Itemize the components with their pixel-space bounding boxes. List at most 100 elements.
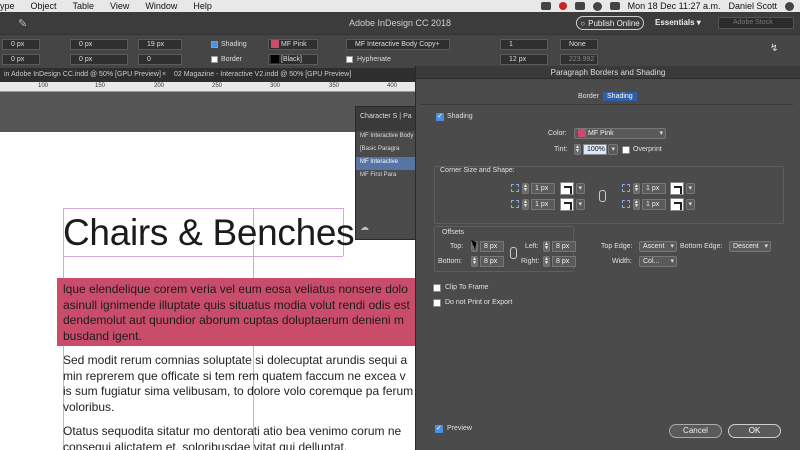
right-stepper[interactable]: ▲ ▼ xyxy=(543,256,550,267)
border-checkbox[interactable] xyxy=(211,56,218,63)
shading-checkbox[interactable] xyxy=(436,112,444,121)
corner-group xyxy=(434,166,784,224)
paragraph-style-select[interactable]: MF Interactive Body Copy+ xyxy=(346,39,450,50)
ruler-tick: 350 xyxy=(329,83,340,89)
dropbox-icon[interactable] xyxy=(540,2,551,10)
corner-shape-dropdown[interactable] xyxy=(576,183,585,194)
tab-doc1[interactable]: in Adobe InDesign CC.indd @ 50% [GPU Pre… xyxy=(4,71,161,78)
workspace-switcher[interactable]: Essentials ▾ xyxy=(655,18,701,27)
tab-shading[interactable]: Shading xyxy=(603,92,637,101)
do-not-print-checkbox[interactable] xyxy=(433,299,441,307)
battery-icon[interactable] xyxy=(609,2,620,10)
right-offset-input[interactable]: 8 px xyxy=(552,256,576,267)
tint-stepper[interactable]: ▲ ▼ xyxy=(574,144,581,155)
right-indent-field[interactable]: 0 px xyxy=(70,54,128,65)
document-page[interactable]: Chairs & Benches lque elendelique corem … xyxy=(0,132,415,450)
corner-shape-select[interactable] xyxy=(670,198,684,211)
menu-type[interactable]: ype xyxy=(0,1,23,11)
horizontal-ruler[interactable]: 100 150 200 250 300 350 400 xyxy=(0,82,415,92)
corner-shape-select[interactable] xyxy=(560,198,574,211)
corner-shape-select[interactable] xyxy=(560,182,574,195)
menu-view[interactable]: View xyxy=(102,1,137,11)
left-stepper[interactable]: ▲ ▼ xyxy=(543,241,550,252)
cancel-button[interactable]: Cancel xyxy=(669,424,722,438)
color-select[interactable]: MF Pink xyxy=(574,128,666,139)
style-list-item[interactable]: MF First Para xyxy=(356,170,416,183)
gutter-field[interactable]: 12 px xyxy=(500,54,548,65)
leading-field[interactable]: 19 px xyxy=(138,39,182,50)
bottom-stepper[interactable]: ▲ ▼ xyxy=(471,256,478,267)
top-edge-select[interactable]: Ascent xyxy=(639,241,677,252)
top-offset-input[interactable]: 8 px xyxy=(480,241,504,252)
tint-dropdown[interactable] xyxy=(608,144,618,155)
workspace-label: Essentials xyxy=(655,18,695,27)
clip-to-frame-checkbox[interactable] xyxy=(433,284,441,292)
lightning-icon[interactable]: ↯ xyxy=(770,43,778,54)
corner-size-input[interactable]: 1 px xyxy=(531,199,555,210)
shading-checkbox[interactable] xyxy=(211,41,218,48)
overprint-checkbox[interactable] xyxy=(622,146,630,154)
bottom-offset-input[interactable]: 8 px xyxy=(480,256,504,267)
wifi-icon[interactable] xyxy=(592,1,602,11)
corner-shape-select[interactable] xyxy=(670,182,684,195)
cloud-icon[interactable] xyxy=(574,2,585,10)
corner-size-input[interactable]: 1 px xyxy=(531,183,555,194)
corner-stepper[interactable]: ▲ ▼ xyxy=(522,183,529,194)
none-select[interactable]: None xyxy=(560,39,598,50)
left-indent-field[interactable]: 0 px xyxy=(70,39,128,50)
character-styles-header[interactable]: Character S | Pa xyxy=(356,107,416,131)
corner-stepper[interactable]: ▲ ▼ xyxy=(633,183,640,194)
headline-text[interactable]: Chairs & Benches xyxy=(63,212,355,254)
style-list-item[interactable]: MF Interactive xyxy=(356,157,416,170)
grid-field[interactable]: 0 xyxy=(138,54,182,65)
tab-border[interactable]: Border xyxy=(574,92,603,101)
top-edge-label: Top Edge: xyxy=(601,243,633,250)
cloud-icon[interactable]: ☁ xyxy=(360,222,369,233)
preview-checkbox[interactable] xyxy=(435,424,443,433)
shaded-paragraph[interactable]: lque elendelique corem veria vel eum eos… xyxy=(63,282,410,344)
character-styles-title[interactable]: Character S xyxy=(360,113,397,120)
space-before-field[interactable]: 0 px xyxy=(2,39,40,50)
columns-field[interactable]: 1 xyxy=(500,39,548,50)
corner-shape-dropdown[interactable] xyxy=(686,199,695,210)
menu-table[interactable]: Table xyxy=(65,1,103,11)
publish-online-button[interactable]: ○ Publish Online xyxy=(576,16,644,30)
close-icon[interactable]: × xyxy=(162,71,166,78)
border-color-select[interactable]: [Black] xyxy=(268,54,318,65)
space-after-field[interactable]: 0 px xyxy=(2,54,40,65)
style-list-item[interactable]: MF Interactive Body C xyxy=(356,131,416,144)
body-paragraph[interactable]: Otatus sequodita sitatur mo dentorati at… xyxy=(63,424,401,450)
menubar-status: Mon 18 Dec 11:27 a.m. Daniel Scott xyxy=(540,0,794,12)
publish-icon: ○ xyxy=(580,18,586,28)
style-list-item[interactable]: [Basic Paragra xyxy=(356,144,416,157)
menu-window[interactable]: Window xyxy=(137,1,185,11)
tint-input[interactable]: 100% xyxy=(583,144,607,155)
hyphenate-checkbox[interactable] xyxy=(346,56,353,63)
tab-doc2[interactable]: 02 Magazine - Interactive V2.indd @ 50% … xyxy=(174,71,351,78)
datetime[interactable]: Mon 18 Dec 11:27 a.m. xyxy=(628,1,721,11)
corner-shape-dropdown[interactable] xyxy=(576,199,585,210)
link-corners-icon[interactable] xyxy=(599,190,606,202)
menu-help[interactable]: Help xyxy=(185,1,220,11)
link-offsets-icon[interactable] xyxy=(510,247,517,259)
corner-size-input[interactable]: 1 px xyxy=(642,183,666,194)
corner-shape-dropdown[interactable] xyxy=(686,183,695,194)
corner-stepper[interactable]: ▲ ▼ xyxy=(522,199,529,210)
menu-object[interactable]: Object xyxy=(23,1,65,11)
left-offset-input[interactable]: 8 px xyxy=(552,241,576,252)
top-label: Top: xyxy=(450,243,464,250)
search-icon[interactable] xyxy=(785,1,794,11)
width-field[interactable]: 223.992 px xyxy=(560,54,598,72)
record-icon[interactable] xyxy=(558,2,567,10)
corner-stepper[interactable]: ▲ ▼ xyxy=(633,199,640,210)
corner-size-input[interactable]: 1 px xyxy=(642,199,666,210)
shading-color-select[interactable]: MF Pink xyxy=(268,39,318,50)
stock-search-input[interactable]: Adobe Stock xyxy=(718,17,794,29)
user-name[interactable]: Daniel Scott xyxy=(728,1,777,11)
paragraph-styles-tab[interactable]: Pa xyxy=(403,113,412,120)
hyphenate-label: Hyphenate xyxy=(357,56,391,63)
body-paragraph[interactable]: Sed modit rerum comnias soluptate si dol… xyxy=(63,353,413,415)
ok-button[interactable]: OK xyxy=(728,424,781,438)
bottom-edge-select[interactable]: Descent xyxy=(729,241,771,252)
width-select[interactable]: Col... xyxy=(639,256,677,267)
